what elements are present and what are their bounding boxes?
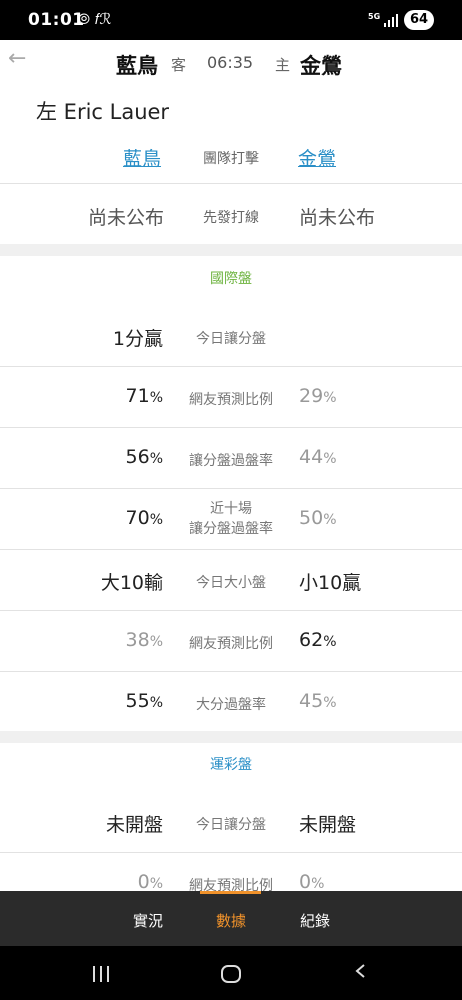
home-icon[interactable]	[221, 965, 241, 983]
total-label: 今日大小盤	[196, 575, 266, 591]
active-tab-indicator	[200, 891, 261, 894]
status-time: 01:01	[28, 10, 85, 30]
spread-vote-row: 71% 網友預測比例 29%	[0, 367, 462, 427]
battery-icon: 64	[404, 10, 434, 30]
spread-row: 1分贏 今日讓分盤	[0, 306, 462, 366]
recent-cover-label: 近十場 讓分盤過盤率	[189, 501, 273, 537]
home-team-name: 金鶯	[300, 54, 342, 78]
bottom-tab-bar: 實況 數據 紀錄	[0, 891, 462, 946]
game-time: 06:35	[207, 53, 254, 72]
home-recent-cover: 50%	[299, 507, 337, 529]
game-header: ← 藍鳥 客 06:35 主 金鶯	[0, 40, 462, 86]
signal-icon	[384, 14, 400, 27]
home-over-rate: 45%	[299, 690, 337, 712]
home-lottery-spread: 未開盤	[299, 814, 357, 836]
spread-cover-label: 讓分盤過盤率	[189, 453, 273, 469]
away-tag: 客	[171, 56, 187, 74]
home-spread-vote: 29%	[299, 385, 337, 407]
recent-apps-icon[interactable]	[93, 966, 111, 982]
away-team-name: 藍鳥	[116, 54, 158, 78]
lottery-spread-label: 今日讓分盤	[196, 817, 266, 833]
home-tag: 主	[275, 56, 291, 74]
back-arrow-icon[interactable]: ←	[8, 46, 26, 71]
section-gap	[0, 244, 462, 256]
starting-pitcher: 左 Eric Lauer	[36, 100, 170, 124]
notification-icons: ⦾ 𝑓ℛ	[78, 10, 112, 28]
total-vote-label: 網友預測比例	[189, 636, 273, 652]
away-team-link[interactable]: 藍鳥	[123, 144, 161, 171]
recent-cover-row: 70% 近十場 讓分盤過盤率 50%	[0, 489, 462, 549]
home-team-link[interactable]: 金鶯	[298, 144, 336, 171]
tab-live[interactable]: 實況	[133, 910, 163, 931]
tab-records[interactable]: 紀錄	[300, 910, 330, 931]
spread-vote-label: 網友預測比例	[189, 392, 273, 408]
network-type: 5G	[368, 12, 381, 21]
tab-data[interactable]: 數據	[216, 910, 246, 931]
spread-label: 今日讓分盤	[196, 331, 266, 347]
section-gap	[0, 731, 462, 743]
system-nav-bar	[0, 946, 462, 1000]
home-lottery-vote: 0%	[299, 871, 325, 893]
home-spread-cover: 44%	[299, 446, 337, 468]
over-rate-row: 55% 大分過盤率 45%	[0, 672, 462, 732]
lottery-spread-row: 未開盤 今日讓分盤 未開盤	[0, 792, 462, 852]
status-bar: 01:01 ⦾ 𝑓ℛ 5G 64	[0, 0, 462, 40]
lineup-row: 尚未公布 先發打線 尚未公布	[0, 184, 462, 244]
home-total: 小10贏	[299, 572, 362, 594]
spread-cover-row: 56% 讓分盤過盤率 44%	[0, 428, 462, 488]
lottery-section-title: 運彩盤	[210, 757, 252, 773]
team-batting-label: 團隊打擊	[203, 151, 259, 167]
home-lineup: 尚未公布	[299, 207, 376, 229]
total-row: 大10輸 今日大小盤 小10贏	[0, 550, 462, 610]
lineup-label: 先發打線	[203, 210, 259, 226]
home-total-vote: 62%	[299, 629, 337, 651]
team-batting-row: 團隊打擊 藍鳥 金鶯	[0, 138, 462, 182]
total-vote-row: 38% 網友預測比例 62%	[0, 611, 462, 671]
nav-back-icon[interactable]	[354, 964, 368, 978]
international-section-title: 國際盤	[210, 271, 252, 287]
over-rate-label: 大分過盤率	[196, 697, 266, 713]
